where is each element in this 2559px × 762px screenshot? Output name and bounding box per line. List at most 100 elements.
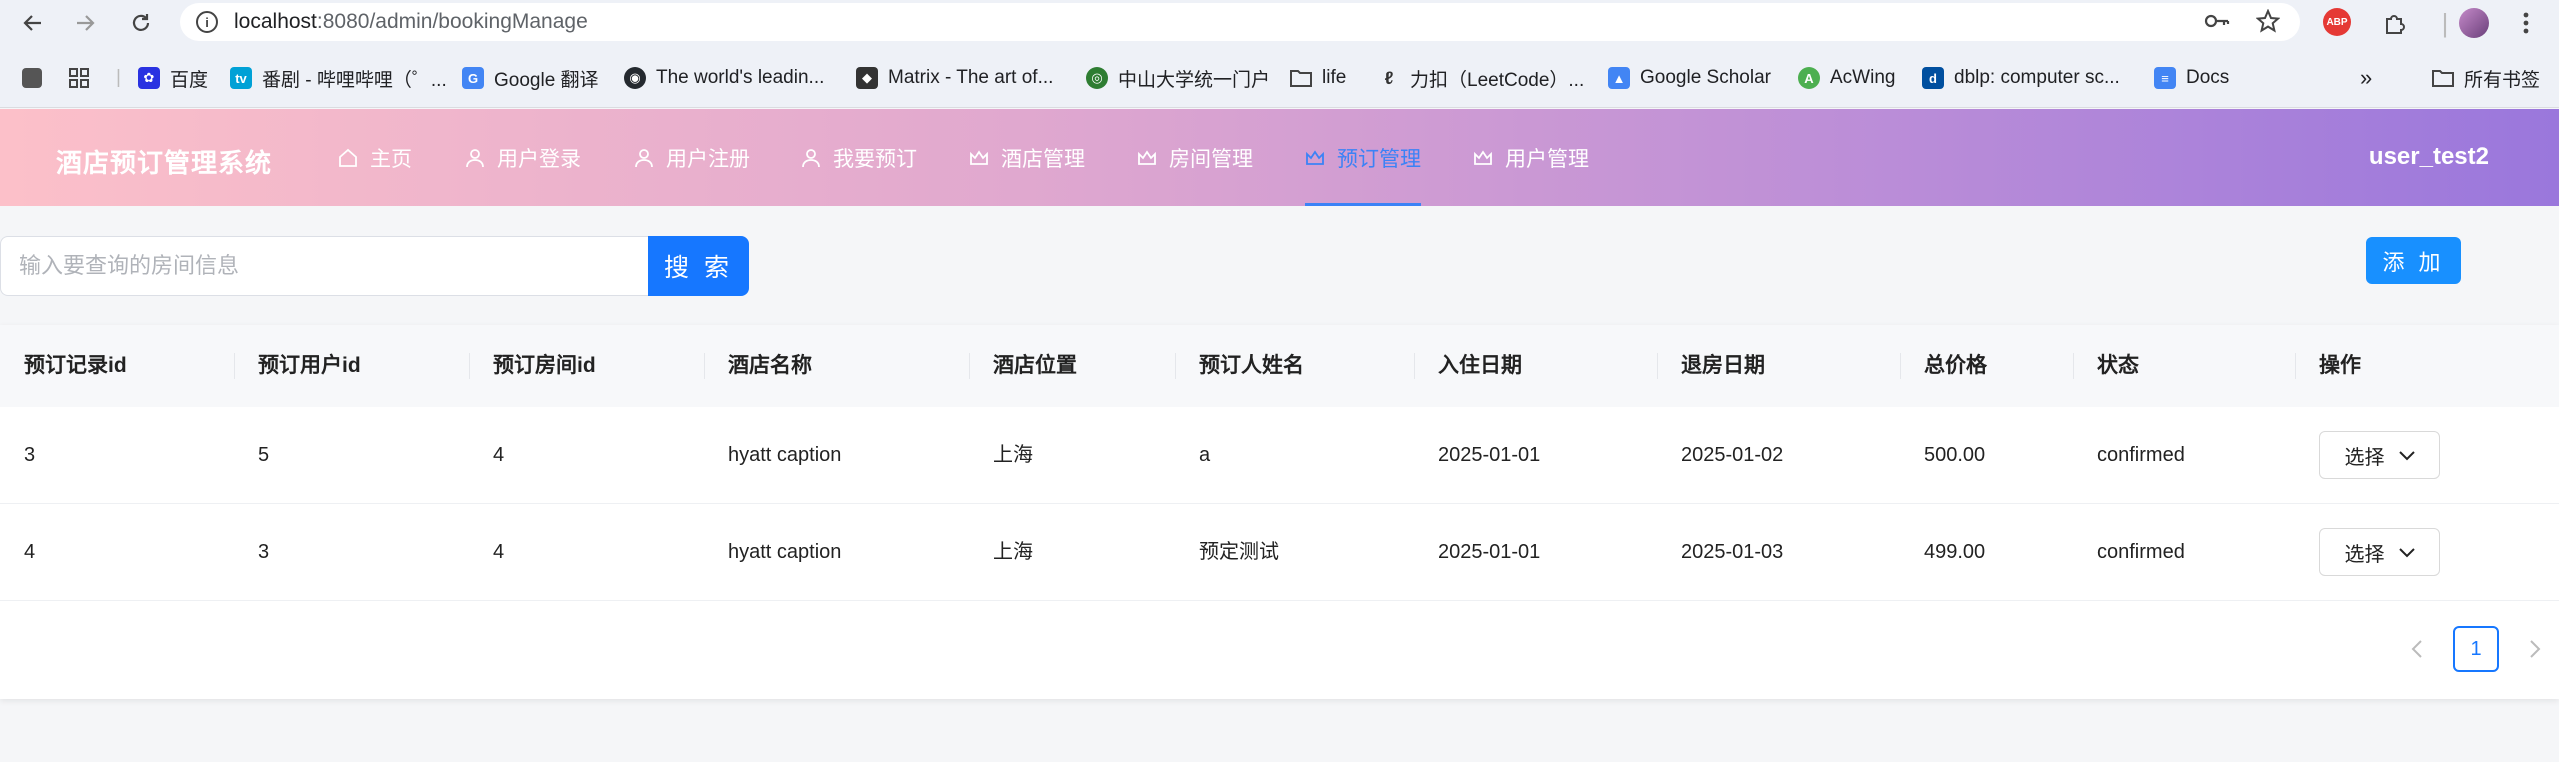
nav-room-manage[interactable]: 房间管理: [1137, 109, 1253, 206]
address-bar[interactable]: i localhost:8080/admin/bookingManage: [180, 3, 2300, 41]
bookmark-baidu[interactable]: ✿ 百度: [138, 65, 208, 91]
leetcode-icon: ℓ: [1384, 67, 1394, 88]
table-cell: hyatt caption: [728, 444, 842, 466]
all-bookmarks-label: 所有书签: [2464, 69, 2541, 91]
table-cell: 5: [258, 444, 270, 466]
bookmark-label: dblp: computer sc...: [1954, 67, 2120, 88]
bookmark-label: Matrix - The art of...: [888, 67, 1054, 88]
nav-label: 用户登录: [497, 147, 581, 171]
baidu-paw-icon: ✿: [138, 67, 160, 89]
bookmark-label: Google Scholar: [1640, 67, 1771, 88]
bookmark-label: The world's leadin...: [656, 67, 825, 88]
more-bookmarks-icon[interactable]: »: [2360, 65, 2372, 91]
chevron-down-icon: [2398, 541, 2415, 564]
url-text[interactable]: localhost:8080/admin/bookingManage: [234, 10, 588, 34]
table-cell: 2025-01-03: [1681, 541, 1784, 563]
bookmark-matrix[interactable]: ◆ Matrix - The art of...: [856, 65, 1053, 91]
sysu-icon: ◎: [1086, 67, 1108, 89]
nav-booking-manage[interactable]: 预订管理: [1305, 109, 1421, 206]
booking-table: 预订记录id 预订用户id 预订房间id 酒店名称 酒店位置 预订人姓名 入住日…: [0, 325, 2559, 699]
crown-icon: [1473, 148, 1493, 168]
table-cell: 4: [493, 541, 505, 563]
nav-label: 用户注册: [666, 147, 750, 171]
prev-page-icon[interactable]: [2402, 626, 2432, 672]
next-page-icon[interactable]: [2520, 626, 2550, 672]
reload-icon[interactable]: [126, 8, 156, 38]
column-header: 操作: [2295, 325, 2361, 407]
page-number-current[interactable]: 1: [2453, 626, 2499, 672]
column-header: 预订房间id: [469, 325, 596, 407]
nav-home[interactable]: 主页: [338, 109, 412, 206]
folder-icon: [1290, 67, 1312, 89]
apps-grid-icon[interactable]: [68, 65, 90, 91]
nav-user-register[interactable]: 用户注册: [634, 109, 750, 206]
chevron-down-icon: [2398, 444, 2415, 467]
matrix-icon: ◆: [856, 67, 878, 89]
table-cell: 500.00: [1924, 444, 1986, 466]
user-icon: [634, 148, 654, 168]
all-bookmarks-folder[interactable]: 所有书签: [2432, 65, 2540, 91]
google-translate-icon: G: [462, 67, 484, 89]
tab-strip-icon[interactable]: [22, 65, 52, 91]
table-cell: 2025-01-01: [1438, 541, 1541, 563]
bookmark-docs[interactable]: ≡ Docs: [2154, 65, 2229, 91]
bookmark-google-scholar[interactable]: ▲ Google Scholar: [1608, 65, 1771, 91]
home-icon: [338, 148, 358, 168]
nav-label: 酒店管理: [1001, 147, 1085, 171]
table-row: 3 5 4 hyatt caption 上海 a 2025-01-01 2025…: [0, 407, 2559, 504]
bookmark-bilibili[interactable]: tv 番剧 - 哔哩哔哩（゜...: [230, 65, 447, 91]
bookmark-sysu[interactable]: ◎ 中山大学统一门户: [1086, 65, 1270, 91]
action-select-dropdown[interactable]: 选择: [2319, 431, 2440, 479]
bookmark-folder-life[interactable]: life: [1290, 65, 1346, 91]
action-select-dropdown[interactable]: 选择: [2319, 528, 2440, 576]
more-menu-icon[interactable]: [2511, 8, 2541, 38]
column-header: 酒店名称: [704, 325, 812, 407]
acwing-icon: A: [1798, 67, 1820, 89]
search-input[interactable]: [0, 236, 648, 296]
app-brand[interactable]: 酒店预订管理系统: [56, 143, 272, 180]
table-cell: 499.00: [1924, 541, 1986, 563]
bookmark-google-translate[interactable]: G Google 翻译: [462, 65, 599, 91]
password-key-icon[interactable]: [2204, 9, 2230, 39]
app-header: 酒店预订管理系统 主页 用户登录 用户注册 我要预订 酒店管理 房间管理 预订管…: [0, 109, 2559, 206]
bilibili-icon: tv: [230, 67, 252, 89]
bookmark-github[interactable]: ◉ The world's leadin...: [624, 65, 824, 91]
bookmark-dblp[interactable]: d dblp: computer sc...: [1922, 65, 2120, 91]
column-header: 预订用户id: [234, 325, 361, 407]
add-booking-button[interactable]: 添 加: [2366, 237, 2461, 284]
back-icon[interactable]: [18, 8, 48, 38]
forward-icon[interactable]: [70, 8, 100, 38]
bookmark-label: 番剧 - 哔哩哔哩（゜...: [262, 69, 447, 91]
adblock-icon[interactable]: ABP: [2323, 8, 2351, 36]
browser-toolbar: i localhost:8080/admin/bookingManage ABP…: [0, 0, 2559, 46]
column-header: 退房日期: [1657, 325, 1765, 407]
select-label: 选择: [2344, 543, 2385, 566]
nav-label: 主页: [370, 147, 412, 171]
current-username[interactable]: user_test2: [2369, 143, 2489, 171]
nav-book-room[interactable]: 我要预订: [801, 109, 917, 206]
table-cell: a: [1199, 444, 1211, 466]
bookmark-acwing[interactable]: A AcWing: [1798, 65, 1895, 91]
bookmark-star-icon[interactable]: [2255, 8, 2281, 39]
nav-label: 预订管理: [1337, 147, 1421, 171]
nav-label: 用户管理: [1505, 147, 1589, 171]
select-label: 选择: [2344, 446, 2385, 469]
column-header: 状态: [2073, 325, 2139, 407]
nav-hotel-manage[interactable]: 酒店管理: [969, 109, 1085, 206]
docs-icon: ≡: [2154, 67, 2176, 89]
bookmark-label: Docs: [2186, 67, 2230, 88]
profile-avatar[interactable]: [2459, 8, 2489, 38]
site-info-icon[interactable]: i: [196, 11, 218, 33]
crown-icon: [969, 148, 989, 168]
bookmark-label: Google 翻译: [494, 69, 599, 91]
nav-user-login[interactable]: 用户登录: [465, 109, 581, 206]
column-header: 预订人姓名: [1175, 325, 1304, 407]
search-button[interactable]: 搜 索: [648, 236, 749, 296]
bookmark-leetcode[interactable]: ℓ 力扣（LeetCode）...: [1378, 65, 1585, 91]
table-cell: 上海: [993, 444, 1033, 466]
table-cell: 4: [493, 444, 505, 466]
table-cell: 3: [24, 444, 36, 466]
nav-user-manage[interactable]: 用户管理: [1473, 109, 1589, 206]
extensions-icon[interactable]: [2380, 8, 2410, 38]
nav-label: 房间管理: [1169, 147, 1253, 171]
